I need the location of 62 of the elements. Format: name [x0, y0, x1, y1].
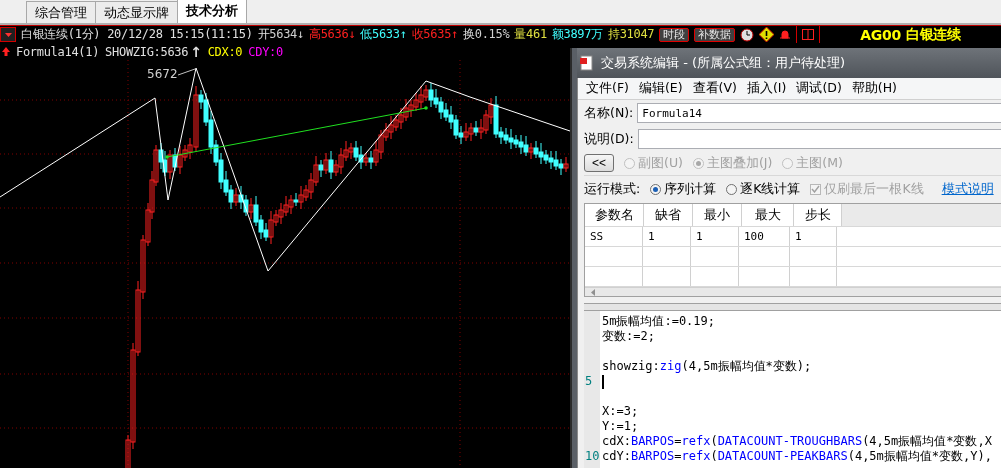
- menu-item[interactable]: 编辑(E): [636, 80, 689, 97]
- leader-line: [177, 68, 196, 76]
- name-field[interactable]: Formula14: [637, 103, 1001, 123]
- quote-field: 额3897万: [551, 26, 603, 43]
- checkmark-icon: [811, 185, 821, 193]
- bell-icon[interactable]: [779, 28, 792, 41]
- quote-field: 持31047: [607, 26, 655, 43]
- menu-item[interactable]: 插入(I): [744, 80, 793, 97]
- app-icon: [579, 55, 595, 71]
- field-label: 说明(D):: [584, 130, 634, 148]
- code-line: 5m振幅均值:=0.19;: [602, 314, 716, 328]
- code-line: X:=3;: [602, 404, 639, 418]
- menu-item[interactable]: 帮助(H): [849, 80, 903, 97]
- quote-field: 低5633↑: [360, 26, 407, 43]
- table-cell: SS: [585, 227, 643, 246]
- description-field[interactable]: [637, 129, 1001, 149]
- table-cell: 100: [739, 227, 790, 246]
- caret-icon: [4, 32, 12, 37]
- warning-icon[interactable]: [759, 27, 775, 42]
- table-cell: 1: [643, 227, 691, 246]
- quote-field: 换0.15%: [463, 26, 510, 43]
- tab[interactable]: 技术分析: [177, 0, 247, 23]
- line-number: 10: [585, 449, 600, 463]
- menu-item[interactable]: 调试(D): [794, 80, 848, 97]
- clock-icon[interactable]: [740, 27, 755, 42]
- indicator-value: SHOWZIG:5636: [105, 44, 189, 59]
- quote-field: 高5636↓: [308, 26, 356, 43]
- quote-field: 收5635↑: [411, 26, 458, 43]
- quote-field: 量461: [514, 26, 547, 43]
- panel-icon[interactable]: [802, 29, 815, 40]
- line-number: 5: [585, 374, 593, 388]
- code-line: cdX:BARPOS=refx(DATACOUNT-TROUGHBARS(4,5m振幅均值*变数,X: [602, 434, 992, 448]
- code-editor[interactable]: 5 10 5m振幅均值:=0.19; 变数:=2; showzig:zig(4,5m振幅均值*变数); X:=3; Y:=1; cdX:BARPOS=refx(DATACOUNT-TROUGHBARS(4,5m振幅均值*变数,X cdY:BARPOS=refx(DATACOUNT-PEAKBARS(4,5m振幅均值*变数,Y),: [584, 310, 1001, 468]
- menu-item[interactable]: 文件(F): [584, 80, 635, 97]
- table-cell: 1: [691, 227, 739, 246]
- symbol-code: AG00: [860, 26, 901, 43]
- code-line: showzig:zig(4,5m振幅均值*变数);: [602, 359, 812, 373]
- code-line: cdY:BARPOS=refx(DATACOUNT-PEAKBARS(4,5m振幅均值*变数,Y),: [602, 449, 992, 463]
- radio-option[interactable]: 序列计算: [650, 180, 717, 198]
- indicator-value: ↑: [190, 43, 202, 60]
- arrow-up-icon: [2, 47, 10, 56]
- field-label: 运行模式:: [584, 180, 641, 198]
- code-line: Y:=1;: [602, 419, 639, 433]
- collapse-button[interactable]: <<: [584, 154, 614, 172]
- radio-option[interactable]: 逐K线计算: [726, 180, 801, 198]
- toolbar-button[interactable]: 补数据: [694, 27, 736, 42]
- code-line: 变数:=2;: [602, 329, 655, 343]
- field-label: 名称(N):: [584, 104, 634, 122]
- indicator-value: CDY:0: [248, 44, 283, 59]
- chart-title: 白银连续(1分) 20/12/28 15:15(11:15): [21, 26, 253, 43]
- symbol-name: 白银连续: [905, 25, 961, 44]
- tab[interactable]: 综合管理: [26, 1, 96, 23]
- mode-help-link[interactable]: 模式说明: [941, 180, 994, 198]
- peak-label: 5672: [147, 67, 178, 81]
- dropdown-button[interactable]: [0, 27, 16, 42]
- indicator-value: CDX:0: [207, 44, 243, 59]
- window-title: 交易系统编辑 - (所属公式组：用户待处理): [601, 54, 846, 72]
- menu-item[interactable]: 查看(V): [690, 80, 743, 97]
- scroll-left-icon[interactable]: [591, 288, 595, 296]
- formula-name: Formula14(1): [16, 44, 100, 59]
- toolbar-button[interactable]: 时段: [659, 27, 690, 42]
- quote-field: 开5634↓: [257, 26, 304, 43]
